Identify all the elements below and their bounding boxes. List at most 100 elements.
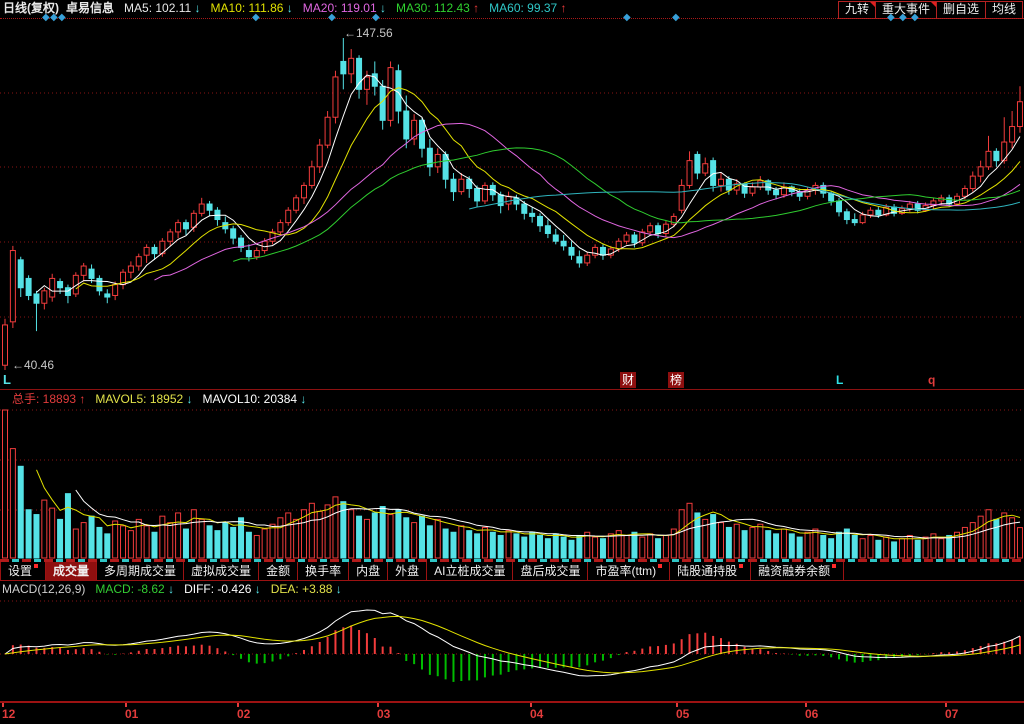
- candle[interactable]: [561, 235, 566, 250]
- volume-bar[interactable]: [191, 510, 196, 558]
- candle[interactable]: [136, 254, 141, 271]
- candle[interactable]: [357, 55, 362, 98]
- candle[interactable]: [844, 209, 849, 224]
- candle[interactable]: [467, 176, 472, 198]
- volume-bar[interactable]: [239, 518, 244, 558]
- tab-8[interactable]: AI立桩成交量: [427, 562, 513, 580]
- volume-bar[interactable]: [569, 540, 574, 558]
- candle[interactable]: [545, 220, 550, 239]
- candle[interactable]: [1010, 111, 1015, 148]
- volume-bar[interactable]: [160, 516, 165, 558]
- volume-bar[interactable]: [309, 503, 314, 558]
- volume-bar[interactable]: [994, 519, 999, 558]
- candlestick-chart[interactable]: [0, 20, 1024, 390]
- volume-bar[interactable]: [837, 532, 842, 558]
- candle[interactable]: [294, 195, 299, 214]
- candle[interactable]: [994, 148, 999, 167]
- volume-bar[interactable]: [128, 531, 133, 558]
- volume-bar[interactable]: [813, 529, 818, 558]
- volume-bar[interactable]: [640, 537, 645, 558]
- tab-3[interactable]: 虚拟成交量: [184, 562, 259, 580]
- volume-bar[interactable]: [144, 526, 149, 558]
- topbar-button-3[interactable]: 均线: [985, 1, 1023, 19]
- tab-11[interactable]: 陆股通持股: [670, 562, 751, 580]
- candle[interactable]: [50, 274, 55, 302]
- candle[interactable]: [380, 80, 385, 130]
- tab-0[interactable]: 设置: [0, 562, 46, 580]
- chart-marker-0[interactable]: 财: [620, 372, 636, 388]
- volume-bar[interactable]: [65, 494, 70, 558]
- volume-bar[interactable]: [490, 532, 495, 558]
- volume-bar[interactable]: [522, 537, 527, 558]
- candle[interactable]: [128, 261, 133, 278]
- candle[interactable]: [679, 179, 684, 213]
- volume-bar[interactable]: [136, 519, 141, 558]
- volume-bar[interactable]: [538, 535, 543, 558]
- volume-bar[interactable]: [254, 535, 259, 558]
- volume-bar[interactable]: [113, 521, 118, 558]
- volume-bar[interactable]: [435, 519, 440, 558]
- volume-bar[interactable]: [152, 532, 157, 558]
- candle[interactable]: [301, 182, 306, 204]
- volume-bar[interactable]: [829, 539, 834, 558]
- tab-9[interactable]: 盘后成交量: [513, 562, 588, 580]
- tab-5[interactable]: 换手率: [298, 562, 349, 580]
- volume-bar[interactable]: [317, 511, 322, 558]
- candle[interactable]: [978, 161, 983, 183]
- volume-bar[interactable]: [207, 526, 212, 558]
- topbar-button-2[interactable]: 删自选: [936, 1, 986, 19]
- candle[interactable]: [309, 161, 314, 189]
- candle[interactable]: [396, 65, 401, 124]
- volume-bar[interactable]: [388, 515, 393, 558]
- volume-bar[interactable]: [915, 540, 920, 558]
- volume-bar[interactable]: [577, 535, 582, 558]
- candle[interactable]: [81, 263, 86, 282]
- volume-bar[interactable]: [899, 539, 904, 558]
- volume-bar[interactable]: [561, 537, 566, 558]
- volume-bar[interactable]: [656, 539, 661, 558]
- candle[interactable]: [412, 114, 417, 145]
- volume-bar[interactable]: [482, 527, 487, 558]
- candle[interactable]: [420, 117, 425, 157]
- candle[interactable]: [577, 251, 582, 268]
- candle[interactable]: [955, 193, 960, 205]
- candle[interactable]: [585, 252, 590, 266]
- volume-bar[interactable]: [97, 527, 102, 558]
- candle[interactable]: [18, 257, 23, 297]
- volume-bar[interactable]: [663, 535, 668, 558]
- volume-bar[interactable]: [514, 534, 519, 558]
- volume-bar[interactable]: [498, 535, 503, 558]
- candle[interactable]: [168, 229, 173, 246]
- candle[interactable]: [144, 244, 149, 263]
- volume-bar[interactable]: [726, 527, 731, 558]
- volume-bar[interactable]: [742, 531, 747, 558]
- volume-bar[interactable]: [215, 531, 220, 558]
- volume-bar[interactable]: [805, 532, 810, 558]
- tab-6[interactable]: 内盘: [349, 562, 388, 580]
- volume-bar[interactable]: [892, 542, 897, 558]
- volume-bar[interactable]: [868, 535, 873, 558]
- volume-bar[interactable]: [860, 539, 865, 558]
- candle[interactable]: [3, 319, 8, 370]
- volume-bar[interactable]: [443, 529, 448, 558]
- candle[interactable]: [404, 96, 409, 149]
- candle[interactable]: [852, 213, 857, 225]
- candle[interactable]: [482, 182, 487, 204]
- volume-bar[interactable]: [223, 523, 228, 558]
- candle[interactable]: [58, 278, 63, 293]
- volume-bar[interactable]: [73, 529, 78, 558]
- volume-bar[interactable]: [262, 529, 267, 558]
- candle[interactable]: [199, 198, 204, 217]
- candle[interactable]: [105, 289, 110, 303]
- volume-bar[interactable]: [246, 532, 251, 558]
- volume-bar[interactable]: [593, 537, 598, 558]
- tab-1[interactable]: 成交量: [46, 562, 97, 580]
- volume-bar[interactable]: [758, 524, 763, 558]
- candle[interactable]: [695, 151, 700, 179]
- candle[interactable]: [530, 207, 535, 222]
- candle[interactable]: [640, 229, 645, 246]
- volume-bar[interactable]: [199, 519, 204, 558]
- candle[interactable]: [1017, 86, 1022, 132]
- candle[interactable]: [986, 136, 991, 170]
- volume-bar[interactable]: [947, 535, 952, 558]
